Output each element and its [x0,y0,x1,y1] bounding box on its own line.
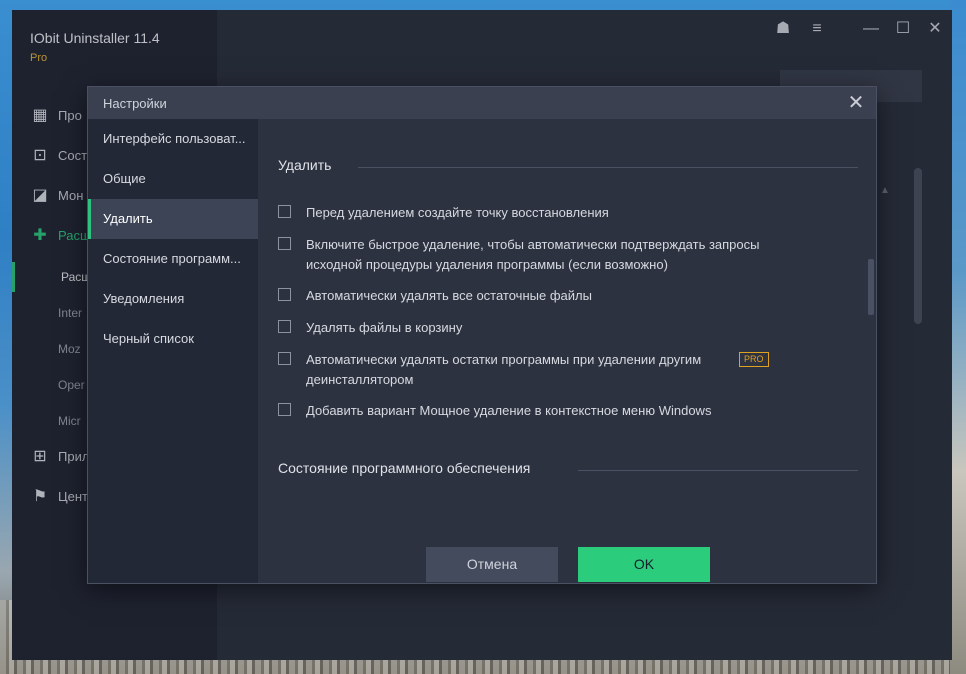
option-recycle-bin: Удалять файлы в корзину [278,318,838,338]
option-label: Добавить вариант Мощное удаление в конте… [306,403,712,418]
sidebar-item-label: Удалить [103,211,153,226]
sidebar-item-label: Состояние программ... [103,251,241,266]
option-remove-leftovers: Автоматически удалять все остаточные фай… [278,286,838,306]
close-icon[interactable]: ✕ [844,91,868,115]
settings-dialog: Настройки ✕ Интерфейс пользоват... Общие… [87,86,877,584]
sidebar-item-general[interactable]: Общие [88,159,258,199]
settings-content: Удалить Перед удалением создайте точку в… [258,119,876,583]
section-uninstall: Удалить [278,157,858,179]
remove-leftovers-checkbox[interactable] [278,288,291,301]
section-software-health: Состояние программного обеспечения [278,460,858,482]
pro-badge: PRO [739,352,769,367]
sidebar-item-interface[interactable]: Интерфейс пользоват... [88,119,258,159]
section-title: Удалить [278,157,332,173]
option-restore-point: Перед удалением создайте точку восстанов… [278,203,838,223]
sidebar-item-blacklist[interactable]: Черный список [88,319,258,359]
quick-uninstall-checkbox[interactable] [278,237,291,250]
recycle-bin-checkbox[interactable] [278,320,291,333]
option-label: Автоматически удалять остатки программы … [306,352,702,387]
option-label: Перед удалением создайте точку восстанов… [306,205,609,220]
settings-sidebar: Интерфейс пользоват... Общие Удалить Сос… [88,119,258,583]
ok-button[interactable]: OK [578,547,710,582]
content-scrollbar[interactable] [868,259,874,315]
option-label: Автоматически удалять все остаточные фай… [306,288,592,303]
restore-point-checkbox[interactable] [278,205,291,218]
sidebar-item-label: Уведомления [103,291,185,306]
dialog-title: Настройки [103,96,167,111]
option-other-uninstaller: Автоматически удалять остатки программы … [278,350,838,390]
option-label: Удалять файлы в корзину [306,320,463,335]
option-quick-uninstall: Включите быстрое удаление, чтобы автомат… [278,235,838,275]
sidebar-item-notifications[interactable]: Уведомления [88,279,258,319]
section-divider [578,470,858,471]
dialog-header: Настройки ✕ [88,87,876,119]
sidebar-item-uninstall[interactable]: Удалить [88,199,258,239]
sidebar-item-label: Интерфейс пользоват... [103,131,246,146]
context-menu-checkbox[interactable] [278,403,291,416]
cancel-button[interactable]: Отмена [426,547,558,582]
sidebar-item-software-health[interactable]: Состояние программ... [88,239,258,279]
other-uninstaller-checkbox[interactable] [278,352,291,365]
section-title: Состояние программного обеспечения [278,460,531,476]
desktop-background-edge [950,0,966,674]
sidebar-item-label: Черный список [103,331,194,346]
option-label: Включите быстрое удаление, чтобы автомат… [306,237,760,272]
section-divider [358,167,858,168]
option-context-menu: Добавить вариант Мощное удаление в конте… [278,401,838,421]
sidebar-item-label: Общие [103,171,146,186]
